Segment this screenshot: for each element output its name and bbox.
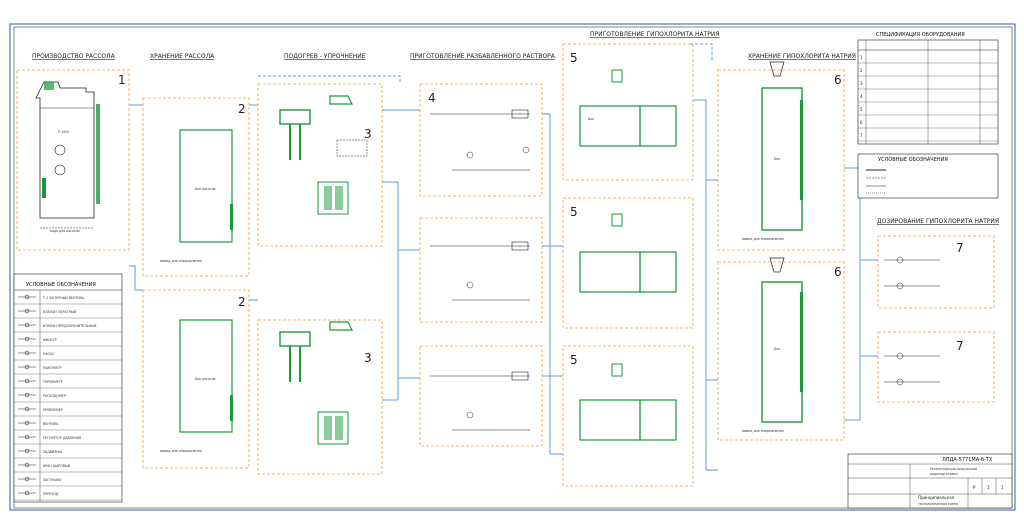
legend-left: УСЛОВНЫЕ ОБОЗНАЧЕНИЯ Т-2 ЗАПОРНЫЙ ВЕНТИЛ…: [13, 273, 123, 503]
section-number-7: 7: [956, 241, 964, 255]
section-number-3-top: 3: [364, 127, 372, 141]
legend-row-label: КРАН ШАРОВЫЙ: [43, 463, 71, 468]
svg-text:Бак рассола: Бак рассола: [195, 187, 216, 191]
legend-row-label: ПЕРЕХОД: [43, 492, 59, 496]
svg-text:вывод для опорожнения: вывод для опорожнения: [742, 429, 784, 433]
legend-left-title: УСЛОВНЫЕ ОБОЗНАЧЕНИЯ: [26, 282, 96, 288]
svg-text:7: 7: [956, 339, 964, 353]
legend-row-label: ЗАДВИЖКА: [43, 450, 63, 454]
svg-text:5: 5: [570, 205, 578, 219]
drawing-title: Принципиальная: [918, 495, 955, 500]
legend-right-title: УСЛОВНЫЕ ОБОЗНАЧЕНИЯ: [878, 157, 948, 163]
legend-row-label: КЛАПАН ОБРАТНЫЙ: [43, 309, 77, 314]
svg-text:вывод для опорожнения: вывод для опорожнения: [160, 449, 202, 453]
section-number-2-top: 2: [238, 102, 246, 116]
legend-right: УСЛОВНЫЕ ОБОЗНАЧЕНИЯ: [857, 153, 999, 199]
legend-row-label: ВЕНТИЛЬ: [43, 422, 59, 426]
section-title-6: ХРАНЕНИЕ ГИПОХЛОРИТА НАТРИЯ: [748, 53, 856, 60]
project-line-1: Реконструкция сооружений: [930, 467, 977, 471]
legend-row-label: НАСОС: [43, 352, 55, 356]
section-number-2-bottom: 2: [238, 295, 246, 309]
legend-row-label: Т-2 ЗАПОРНЫЙ ВЕНТИЛЬ: [42, 295, 84, 300]
legend-row-label: РЕГУЛЯТОР ДАВЛЕНИЯ: [43, 436, 81, 440]
spec-table: СПЕЦИФИКАЦИЯ ОБОРУДОВАНИЯ 1234567: [857, 32, 999, 145]
legend-row-label: РАСХОДОМЕР: [43, 394, 66, 398]
project-line-2: водоподготовки: [930, 472, 958, 476]
section-title-3: ПОДОГРЕВ - УПРОЧНЕНИЕ: [284, 53, 366, 60]
section-number-6: 6: [834, 73, 842, 87]
svg-text:вывод для опорожнения: вывод для опорожнения: [160, 259, 202, 263]
section-number-3-bottom: 3: [364, 351, 372, 365]
legend-row-label: ТЕРМОМЕТР: [42, 380, 63, 384]
section-number-1: 1: [118, 73, 126, 87]
title-block: ЛПДА-5771МА-б-ТХ Реконструкция сооружени…: [847, 453, 1013, 509]
section-title-7: ДОЗИРОВАНИЕ ГИПОХЛОРИТА НАТРИЯ: [877, 218, 999, 225]
svg-text:Р-1000: Р-1000: [58, 130, 69, 134]
legend-row-label: КЛАПАН ПРЕДОХРАНИТЕЛЬНЫЙ: [43, 323, 97, 328]
svg-text:5: 5: [570, 353, 578, 367]
drawing-code: ЛПДА-5771МА-б-ТХ: [942, 457, 993, 463]
section-title-2: ХРАНЕНИЕ РАССОЛА: [150, 53, 215, 60]
section-title-1: ПРОИЗВОДСТВО РАССОЛА: [32, 53, 116, 60]
section-title-5: ПРИГОТОВЛЕНИЕ ГИПОХЛОРИТА НАТРИЯ: [590, 31, 720, 38]
spec-table-title: СПЕЦИФИКАЦИЯ ОБОРУДОВАНИЯ: [876, 32, 965, 38]
section-number-5: 5: [570, 51, 578, 65]
drawing-subtitle: технологическая схема: [918, 502, 958, 506]
legend-row-label: ФИЛЬТР: [43, 338, 57, 342]
svg-text:Бак: Бак: [588, 117, 594, 121]
svg-text:вывод для опорожнения: вывод для опорожнения: [742, 237, 784, 241]
svg-text:Бак: Бак: [774, 157, 780, 161]
section-number-4: 4: [428, 91, 436, 105]
drawing-canvas: ПРОИЗВОДСТВО РАССОЛА ХРАНЕНИЕ РАССОЛА ПО…: [0, 0, 1024, 525]
svg-text:6: 6: [834, 265, 842, 279]
svg-text:Бак рассола: Бак рассола: [195, 377, 216, 381]
legend-row-label: УРОВНЕМЕР: [43, 408, 63, 412]
svg-text:вода для рассола: вода для рассола: [50, 229, 80, 233]
legend-row-label: ЗАГЛУШКА: [43, 478, 62, 482]
svg-text:Бак: Бак: [774, 347, 780, 351]
legend-row-label: МАНОМЕТР: [43, 366, 62, 370]
section-title-4: ПРИГОТОВЛЕНИЕ РАЗБАВЛЕННОГО РАСТВОРА: [410, 53, 556, 60]
